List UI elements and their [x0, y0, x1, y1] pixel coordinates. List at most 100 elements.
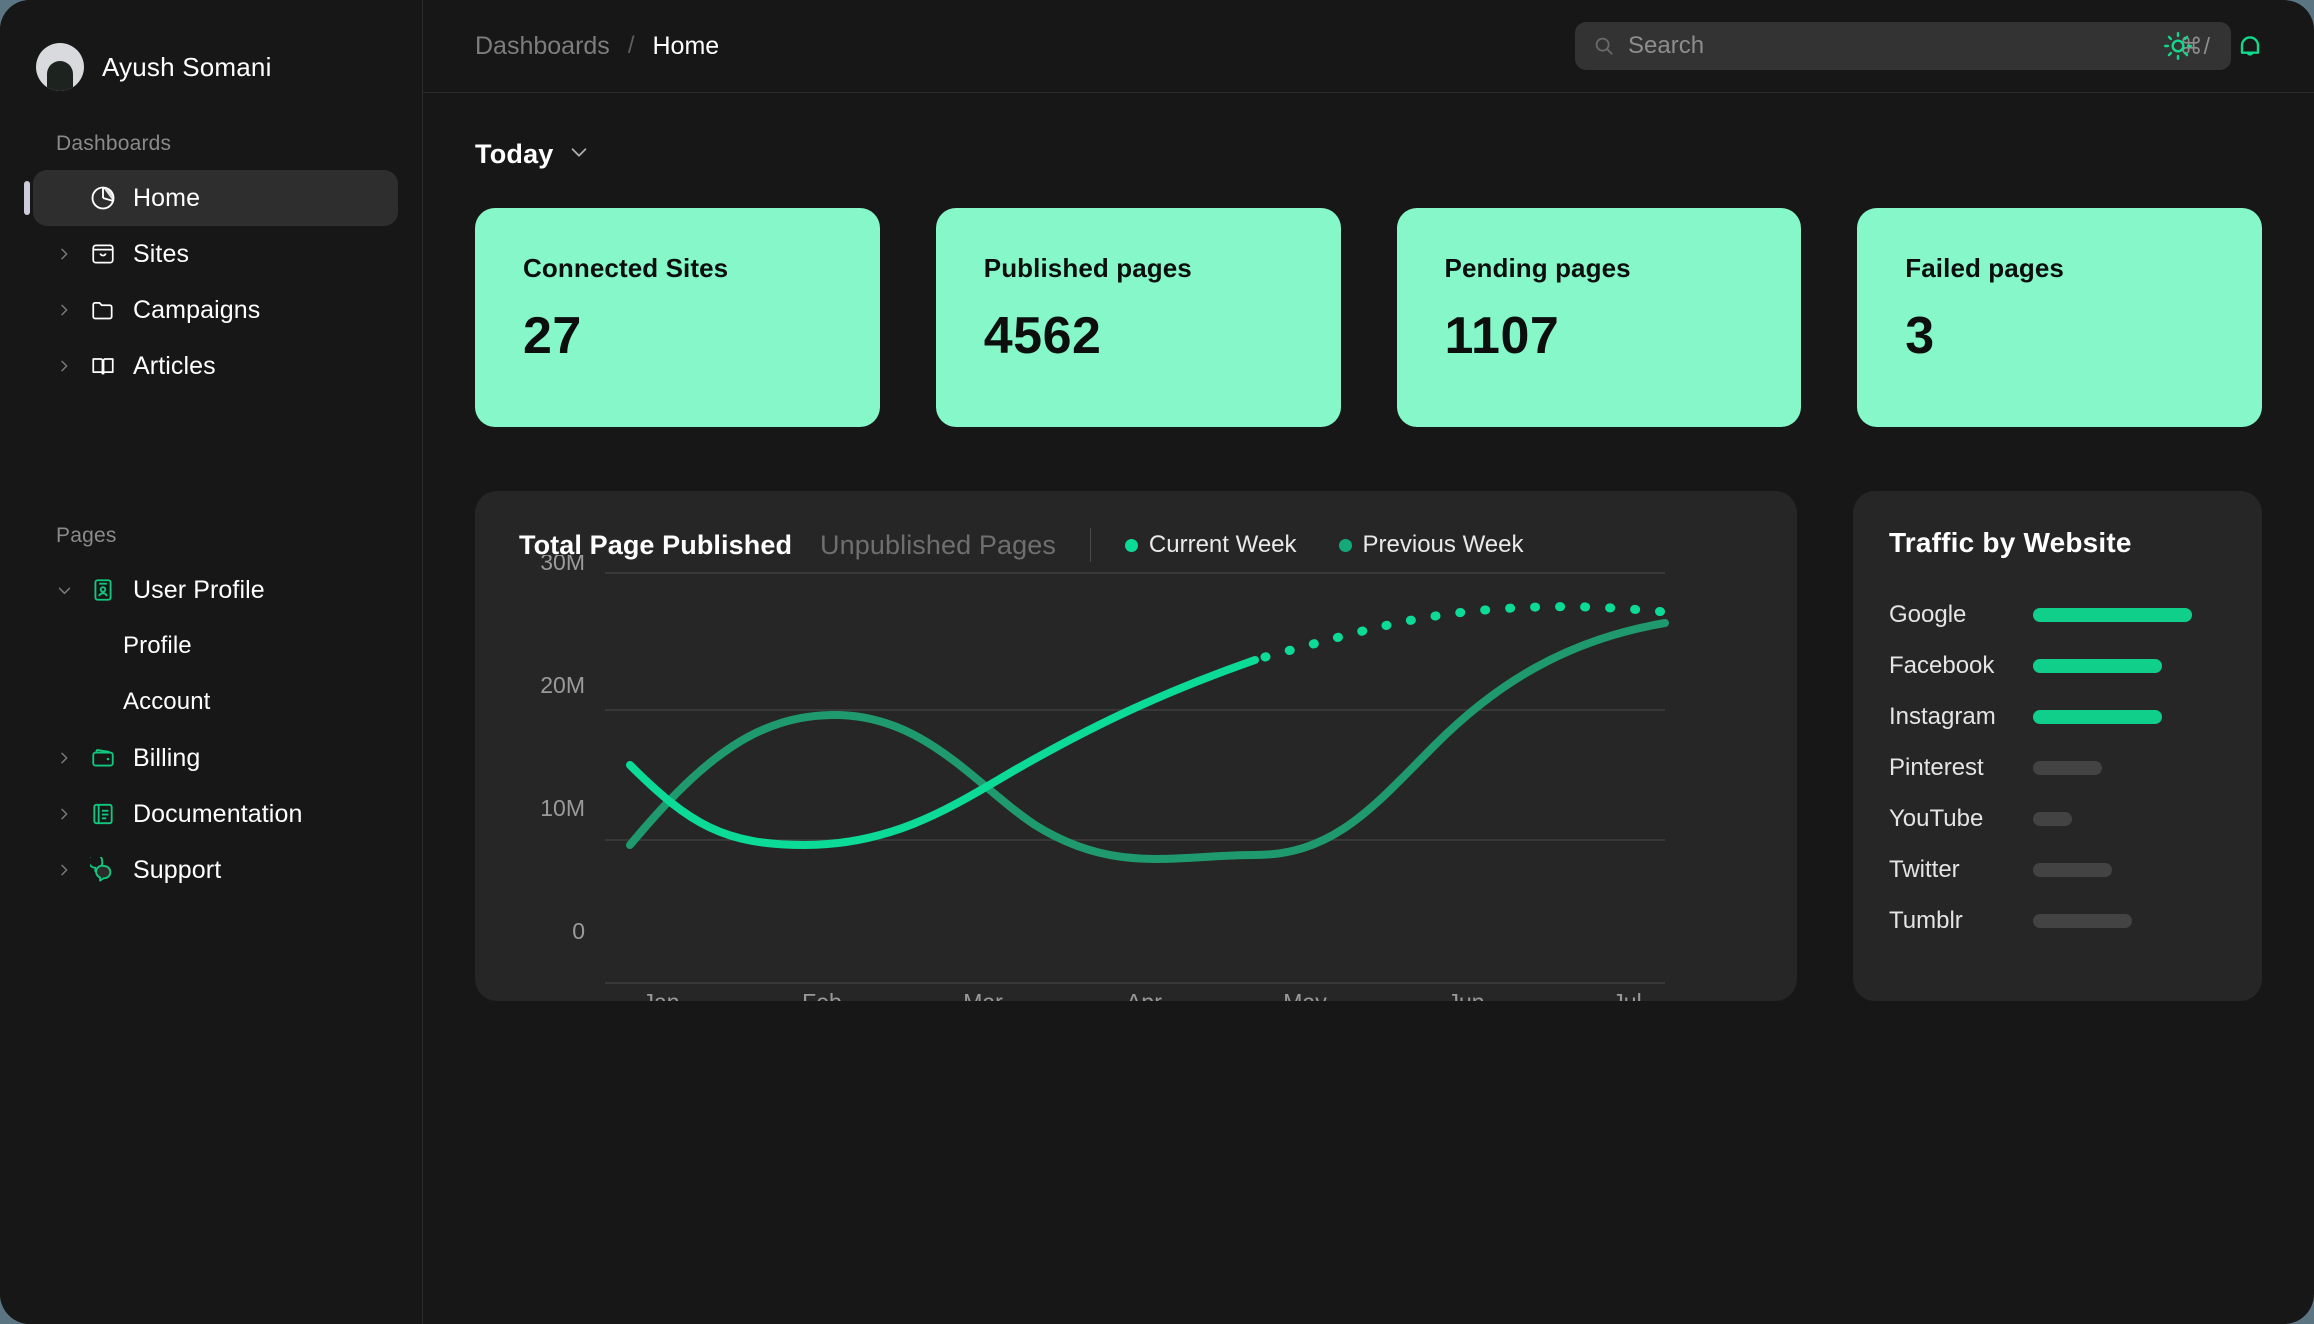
- sidebar-item-label: Campaigns: [133, 296, 260, 325]
- traffic-bar[interactable]: [2033, 659, 2162, 673]
- chevron-right-icon[interactable]: [55, 301, 73, 319]
- chevron-right-icon[interactable]: [55, 245, 73, 263]
- sidebar-item-articles[interactable]: Articles: [33, 338, 398, 394]
- x-tick-jan: Jan: [642, 989, 679, 1001]
- search-icon: [1593, 35, 1615, 57]
- y-tick-0: 0: [572, 918, 585, 944]
- pie-chart-icon: [89, 184, 117, 212]
- traffic-row-youtube: YouTube: [1889, 793, 2262, 844]
- sidebar-item-label: Support: [133, 856, 221, 885]
- x-tick-feb: Feb: [802, 989, 842, 1001]
- sidebar-item-home[interactable]: Home: [33, 170, 398, 226]
- stat-card-value: 4562: [984, 306, 1293, 366]
- traffic-label: Facebook: [1889, 652, 2033, 680]
- traffic-bar[interactable]: [2033, 710, 2162, 724]
- stat-card-row: Connected Sites 27 Published pages 4562 …: [475, 208, 2262, 427]
- document-icon: [89, 800, 117, 828]
- stat-card-published-pages[interactable]: Published pages 4562: [936, 208, 1341, 427]
- chevron-placeholder: [55, 189, 73, 207]
- main-area: Dashboards / Home Search ⌘/: [423, 0, 2314, 1324]
- top-bar: Dashboards / Home Search ⌘/: [423, 0, 2314, 93]
- sidebar-item-campaigns[interactable]: Campaigns: [33, 282, 398, 338]
- traffic-row-twitter: Twitter: [1889, 844, 2262, 895]
- bell-icon[interactable]: [2232, 28, 2268, 64]
- search-input[interactable]: Search ⌘/: [1575, 22, 2231, 70]
- chart-y-axis-labels: 30M 20M 10M 0: [540, 555, 585, 944]
- sidebar-section-dashboards-label: Dashboards: [0, 132, 422, 156]
- traffic-label: Pinterest: [1889, 754, 2033, 782]
- user-profile-header[interactable]: Ayush Somani: [0, 0, 422, 96]
- sidebar-item-label: Billing: [133, 744, 200, 773]
- traffic-bar[interactable]: [2033, 608, 2192, 622]
- sidebar-item-documentation[interactable]: Documentation: [33, 786, 398, 842]
- traffic-row-tumblr: Tumblr: [1889, 895, 2262, 946]
- avatar: [36, 43, 84, 91]
- legend-dot: [1339, 539, 1352, 552]
- x-tick-mar: Mar: [963, 989, 1003, 1001]
- y-tick-20m: 20M: [540, 672, 585, 698]
- stat-card-title: Published pages: [984, 253, 1293, 284]
- traffic-panel-title: Traffic by Website: [1889, 527, 2262, 559]
- stat-card-value: 27: [523, 306, 832, 366]
- sidebar-item-sites[interactable]: Sites: [33, 226, 398, 282]
- traffic-bar[interactable]: [2033, 914, 2132, 928]
- y-tick-30m: 30M: [540, 555, 585, 575]
- traffic-row-instagram: Instagram: [1889, 691, 2262, 742]
- sidebar-item-label: Home: [133, 184, 200, 213]
- breadcrumb-home[interactable]: Home: [652, 32, 719, 61]
- stat-card-failed-pages[interactable]: Failed pages 3: [1857, 208, 2262, 427]
- book-open-icon: [89, 352, 117, 380]
- traffic-row-google: Google: [1889, 589, 2262, 640]
- sidebar-item-account[interactable]: Account: [33, 674, 398, 730]
- traffic-label: Tumblr: [1889, 907, 2033, 935]
- series-previous-week: [630, 623, 1665, 859]
- chevron-right-icon[interactable]: [55, 749, 73, 767]
- app-window: Ayush Somani Dashboards Home Sites: [0, 0, 2314, 1324]
- breadcrumb-dashboards[interactable]: Dashboards: [475, 32, 610, 61]
- sidebar: Ayush Somani Dashboards Home Sites: [0, 0, 423, 1324]
- sidebar-item-label: User Profile: [133, 576, 265, 605]
- sidebar-section-pages-label: Pages: [0, 524, 422, 548]
- period-filter-label: Today: [475, 139, 554, 170]
- sidebar-item-billing[interactable]: Billing: [33, 730, 398, 786]
- chart-panel: Total Page Published Unpublished Pages C…: [475, 491, 1797, 1001]
- traffic-row-facebook: Facebook: [1889, 640, 2262, 691]
- sidebar-item-label: Articles: [133, 352, 216, 381]
- period-filter-dropdown[interactable]: Today: [475, 139, 590, 170]
- topbar-actions: [2160, 28, 2268, 64]
- chat-bubbles-icon: [89, 856, 117, 884]
- stat-card-title: Connected Sites: [523, 253, 832, 284]
- chevron-right-icon[interactable]: [55, 357, 73, 375]
- chart-gridlines: [605, 573, 1665, 983]
- wallet-icon: [89, 744, 117, 772]
- sidebar-item-support[interactable]: Support: [33, 842, 398, 898]
- sidebar-item-label: Account: [123, 688, 210, 716]
- stat-card-value: 3: [1905, 306, 2214, 366]
- traffic-row-pinterest: Pinterest: [1889, 742, 2262, 793]
- traffic-bar[interactable]: [2033, 863, 2112, 877]
- sidebar-item-label: Sites: [133, 240, 189, 269]
- x-tick-jun: Jun: [1447, 989, 1484, 1001]
- chevron-down-icon: [568, 141, 590, 168]
- stat-card-connected-sites[interactable]: Connected Sites 27: [475, 208, 880, 427]
- stat-card-title: Failed pages: [1905, 253, 2214, 284]
- window-icon: [89, 240, 117, 268]
- sun-icon[interactable]: [2160, 28, 2196, 64]
- sidebar-item-user-profile[interactable]: User Profile: [33, 562, 398, 618]
- y-tick-10m: 10M: [540, 795, 585, 821]
- traffic-label: Instagram: [1889, 703, 2033, 731]
- x-tick-jul: Jul: [1612, 989, 1641, 1001]
- chevron-down-icon[interactable]: [55, 581, 73, 599]
- sidebar-item-label: Documentation: [133, 800, 302, 829]
- sidebar-item-profile[interactable]: Profile: [33, 618, 398, 674]
- chevron-right-icon[interactable]: [55, 805, 73, 823]
- stat-card-pending-pages[interactable]: Pending pages 1107: [1397, 208, 1802, 427]
- traffic-bar[interactable]: [2033, 761, 2102, 775]
- folder-icon: [89, 296, 117, 324]
- traffic-label: Twitter: [1889, 856, 2033, 884]
- chevron-right-icon[interactable]: [55, 861, 73, 879]
- stat-card-value: 1107: [1445, 306, 1754, 366]
- x-tick-may: May: [1283, 989, 1327, 1001]
- stat-card-title: Pending pages: [1445, 253, 1754, 284]
- traffic-bar[interactable]: [2033, 812, 2072, 826]
